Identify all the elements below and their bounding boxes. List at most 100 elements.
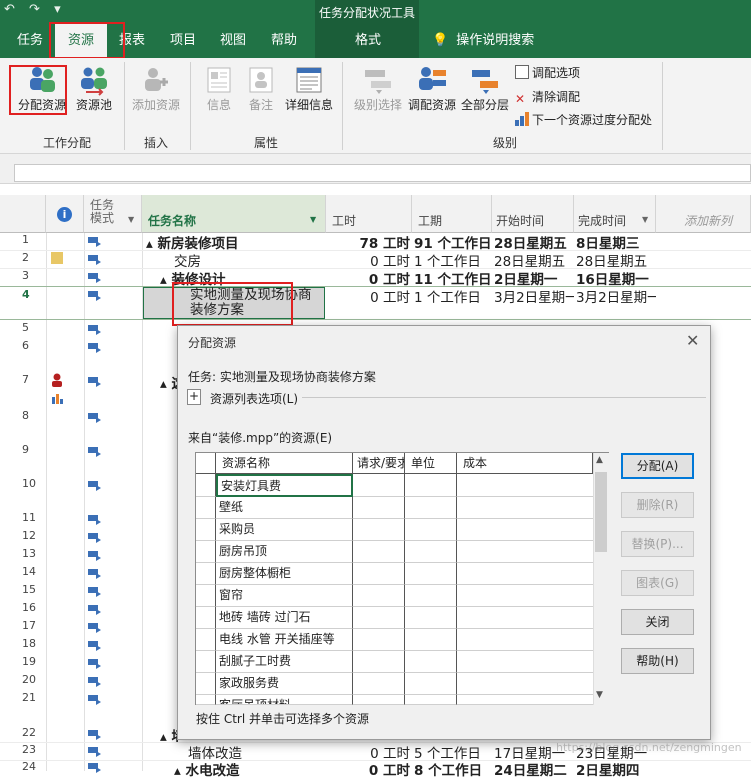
- resource-name-cell[interactable]: 安装灯具费: [216, 474, 353, 497]
- work-cell[interactable]: 0 工时: [326, 286, 410, 306]
- row-number[interactable]: 1: [0, 233, 46, 246]
- row-number[interactable]: 12: [0, 529, 46, 542]
- row-selector[interactable]: [196, 563, 216, 585]
- task-name-cell[interactable]: ▴ 水电改造: [174, 759, 324, 779]
- row-selector[interactable]: [196, 519, 216, 541]
- cost-cell[interactable]: [457, 519, 593, 541]
- units-cell[interactable]: [405, 497, 457, 519]
- level-all-button[interactable]: 全部分层: [458, 64, 512, 113]
- redo-icon[interactable]: ↷: [29, 2, 40, 17]
- work-cell[interactable]: 0 工时: [326, 268, 410, 288]
- units-cell[interactable]: [405, 607, 457, 629]
- resource-name-cell[interactable]: 壁纸: [216, 497, 353, 519]
- row-number[interactable]: 9: [0, 443, 46, 456]
- scroll-up-icon[interactable]: ▲: [596, 455, 603, 465]
- information-button[interactable]: 信息: [198, 64, 240, 113]
- row-number[interactable]: 23: [0, 743, 46, 756]
- column-header-units[interactable]: 单位: [405, 453, 457, 474]
- select-all-header[interactable]: [0, 195, 46, 233]
- tab-task[interactable]: 任务: [8, 24, 52, 58]
- indicators-header[interactable]: i: [46, 195, 84, 233]
- scroll-down-icon[interactable]: ▼: [596, 690, 603, 700]
- cost-cell[interactable]: [457, 695, 593, 705]
- customize-qat-icon[interactable]: ▾: [54, 2, 61, 17]
- units-cell[interactable]: [405, 695, 457, 705]
- units-cell[interactable]: [405, 629, 457, 651]
- finish-cell[interactable]: 28日星期五: [576, 250, 656, 270]
- row-number[interactable]: 13: [0, 547, 46, 560]
- units-cell[interactable]: [405, 519, 457, 541]
- row-number[interactable]: 2: [0, 251, 46, 264]
- task-name-cell[interactable]: ▴ 新房装修项目: [146, 232, 326, 252]
- task-name-cell[interactable]: 交房: [174, 250, 324, 270]
- row-selector[interactable]: [196, 629, 216, 651]
- notes-button[interactable]: 备注: [240, 64, 282, 113]
- resource-name-cell[interactable]: 地砖 墙砖 过门石: [216, 607, 353, 629]
- duration-header[interactable]: 工期: [412, 195, 492, 233]
- scrollbar-thumb[interactable]: [595, 472, 607, 552]
- row-selector[interactable]: [196, 474, 216, 497]
- cost-cell[interactable]: [457, 629, 593, 651]
- row-selector[interactable]: [196, 541, 216, 563]
- request-cell[interactable]: [353, 541, 405, 563]
- finish-cell[interactable]: 3月2日星期一: [576, 286, 656, 306]
- row-number[interactable]: 8: [0, 409, 46, 422]
- start-cell[interactable]: 3月2日星期一: [494, 286, 574, 306]
- resource-name-cell[interactable]: 厨房整体橱柜: [216, 563, 353, 585]
- request-cell[interactable]: [353, 651, 405, 673]
- row-number[interactable]: 15: [0, 583, 46, 596]
- replace-button[interactable]: 替换(P)...: [621, 531, 694, 557]
- remove-button[interactable]: 删除(R): [621, 492, 694, 518]
- row-number[interactable]: 18: [0, 637, 46, 650]
- row-number[interactable]: 6: [0, 339, 46, 352]
- row-number[interactable]: 14: [0, 565, 46, 578]
- leveling-options-button[interactable]: 调配选项: [515, 64, 580, 81]
- column-header-cost[interactable]: 成本: [457, 453, 593, 474]
- graph-button[interactable]: 图表(G): [621, 570, 694, 596]
- row-selector[interactable]: [196, 607, 216, 629]
- row-selector[interactable]: [196, 497, 216, 519]
- close-icon[interactable]: ✕: [686, 331, 699, 350]
- resource-name-cell[interactable]: 窗帘: [216, 585, 353, 607]
- duration-cell[interactable]: 1 个工作日: [414, 286, 492, 306]
- row-number[interactable]: 4: [0, 288, 46, 301]
- next-overallocation-button[interactable]: 下一个资源过度分配处: [515, 111, 652, 128]
- resource-name-cell[interactable]: 刮腻子工时费: [216, 651, 353, 673]
- close-button[interactable]: 关闭: [621, 609, 694, 635]
- row-number[interactable]: 19: [0, 655, 46, 668]
- row-selector[interactable]: [196, 585, 216, 607]
- add-column-header[interactable]: 添加新列: [656, 195, 751, 233]
- units-cell[interactable]: [405, 563, 457, 585]
- units-cell[interactable]: [405, 585, 457, 607]
- details-button[interactable]: 详细信息: [282, 64, 336, 113]
- row-number[interactable]: 3: [0, 269, 46, 282]
- units-cell[interactable]: [405, 651, 457, 673]
- work-cell[interactable]: 0 工时: [326, 250, 410, 270]
- finish-cell[interactable]: 16日星期一: [576, 268, 656, 288]
- level-resource-button[interactable]: 调配资源: [406, 64, 458, 113]
- request-cell[interactable]: [353, 519, 405, 541]
- duration-cell[interactable]: 11 个工作日: [414, 268, 492, 288]
- request-cell[interactable]: [353, 563, 405, 585]
- start-cell[interactable]: 28日星期五: [494, 250, 574, 270]
- request-cell[interactable]: [353, 474, 405, 497]
- start-cell[interactable]: 24日星期二: [494, 759, 574, 779]
- row-number[interactable]: 10: [0, 477, 46, 490]
- cost-cell[interactable]: [457, 651, 593, 673]
- task-name-header[interactable]: 任务名称 ▼: [142, 195, 326, 233]
- finish-header[interactable]: 完成时间 ▼: [574, 195, 656, 233]
- level-selection-button[interactable]: 级别选择: [350, 64, 406, 113]
- start-header[interactable]: 开始时间: [492, 195, 574, 233]
- resource-name-cell[interactable]: 家政服务费: [216, 673, 353, 695]
- resource-name-cell[interactable]: 采购员: [216, 519, 353, 541]
- row-selector[interactable]: [196, 651, 216, 673]
- tab-view[interactable]: 视图: [210, 24, 256, 58]
- entry-field[interactable]: [14, 164, 751, 182]
- cost-cell[interactable]: [457, 585, 593, 607]
- request-cell[interactable]: [353, 607, 405, 629]
- row-number[interactable]: 20: [0, 673, 46, 686]
- duration-cell[interactable]: 8 个工作日: [414, 759, 492, 779]
- units-cell[interactable]: [405, 474, 457, 497]
- request-cell[interactable]: [353, 695, 405, 705]
- duration-cell[interactable]: 1 个工作日: [414, 250, 492, 270]
